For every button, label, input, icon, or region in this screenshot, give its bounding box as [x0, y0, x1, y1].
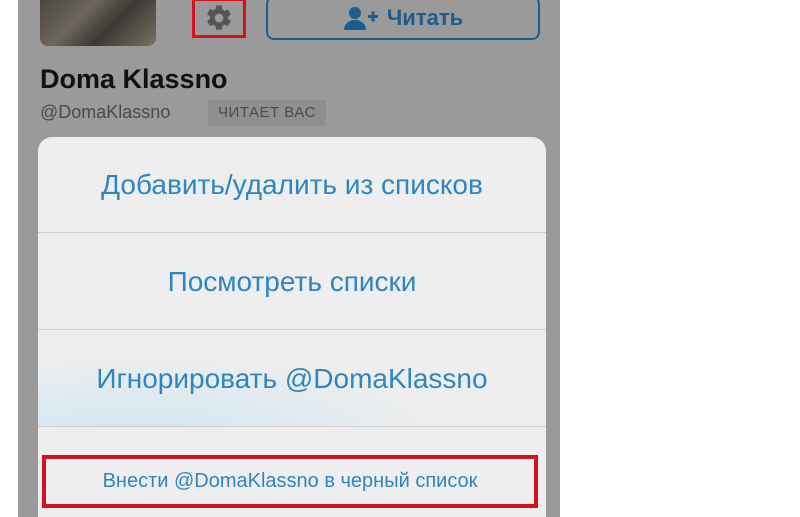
- settings-button[interactable]: [192, 0, 246, 38]
- add-remove-lists-action[interactable]: Добавить/удалить из списков: [38, 137, 546, 233]
- profile-handle: @DomaKlassno: [40, 102, 171, 122]
- follow-button[interactable]: Читать: [266, 0, 540, 40]
- follows-you-badge: ЧИТАЕТ ВАС: [208, 100, 326, 126]
- view-lists-action[interactable]: Посмотреть списки: [38, 234, 546, 330]
- gear-icon: [207, 5, 231, 30]
- action-sheet: Добавить/удалить из списков Посмотреть с…: [38, 137, 546, 517]
- add-user-icon: [343, 7, 378, 30]
- follow-button-label: Читать: [386, 5, 464, 30]
- mute-user-action[interactable]: Игнорировать @DomaKlassno: [38, 331, 546, 427]
- profile-name: Doma Klassno: [40, 64, 228, 94]
- profile-screen: Читать Doma Klassno @DomaKlassno ЧИТАЕТ …: [18, 0, 560, 517]
- avatar[interactable]: [40, 0, 156, 46]
- block-user-action[interactable]: Внести @DomaKlassno в черный список: [42, 455, 538, 508]
